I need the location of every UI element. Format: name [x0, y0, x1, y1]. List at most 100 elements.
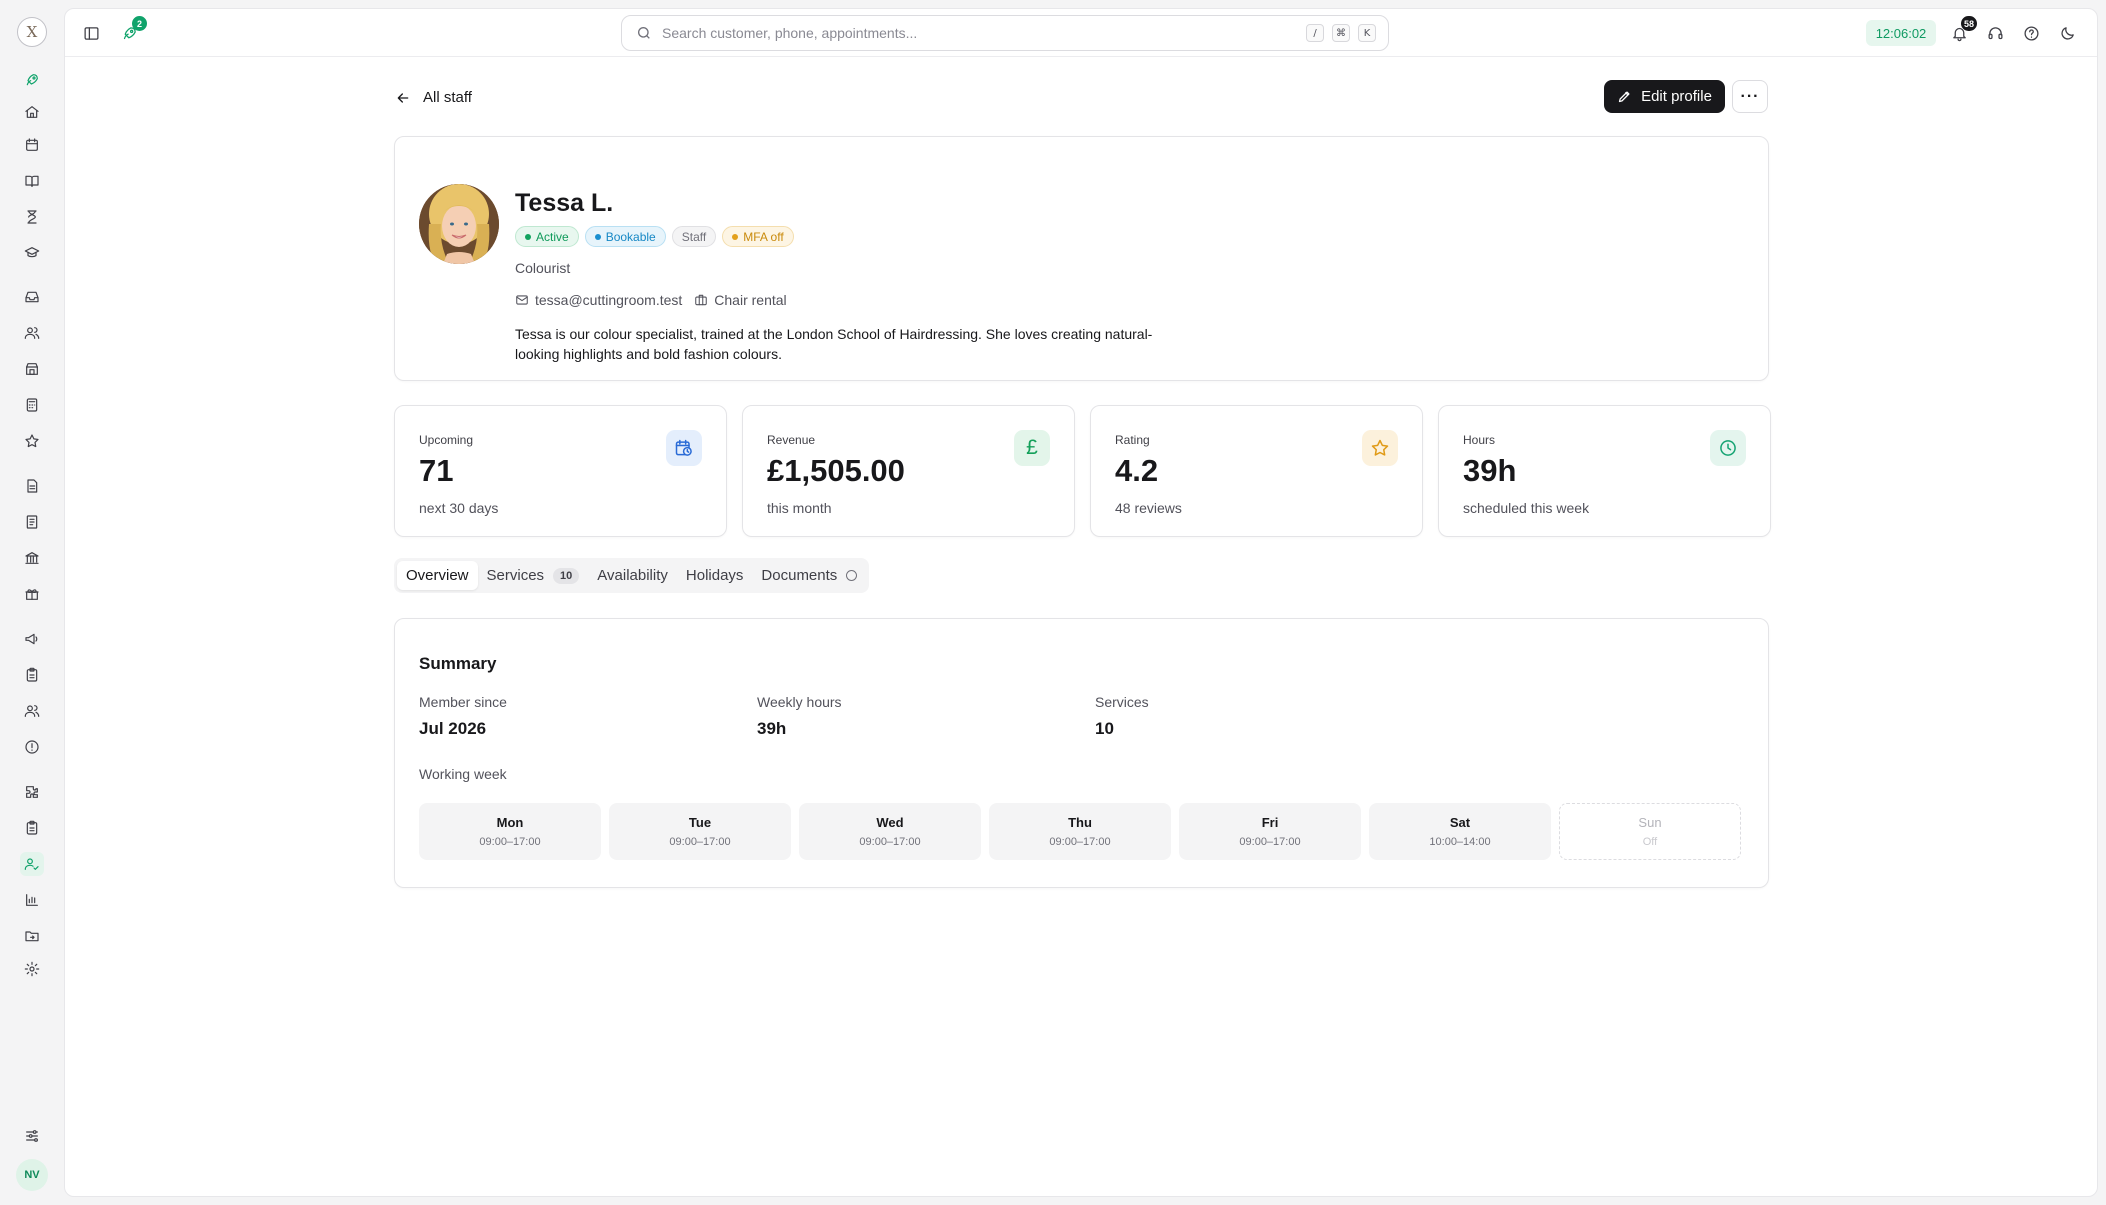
- store-icon[interactable]: [20, 357, 44, 381]
- stat-card-rating: Rating 4.2 48 reviews: [1090, 405, 1423, 537]
- rocket-icon[interactable]: [20, 68, 44, 92]
- bell-icon[interactable]: 58: [1947, 16, 1977, 45]
- day-hours: 09:00–17:00: [669, 836, 731, 848]
- sidebar-toggle-icon[interactable]: [79, 21, 103, 45]
- inbox-icon[interactable]: [20, 285, 44, 309]
- home-icon[interactable]: [20, 100, 44, 124]
- calendar-icon[interactable]: [20, 133, 44, 157]
- stat-card-upcoming: Upcoming 71 next 30 days: [394, 405, 727, 537]
- users-icon[interactable]: [20, 321, 44, 345]
- day-wed: Wed 09:00–17:00: [799, 803, 981, 860]
- day-sat: Sat 10:00–14:00: [1369, 803, 1551, 860]
- status-badge-mfa: MFA off: [722, 226, 794, 247]
- tab-label: Holidays: [685, 567, 744, 584]
- working-week-label: Working week: [419, 766, 507, 782]
- more-options-button[interactable]: ···: [1732, 80, 1768, 113]
- edit-profile-button[interactable]: Edit profile: [1604, 80, 1725, 113]
- day-fri: Fri 09:00–17:00: [1179, 803, 1361, 860]
- staff-name: Tessa L.: [515, 189, 614, 217]
- stat-label: Upcoming: [419, 433, 474, 447]
- stat-value: 39h: [1463, 453, 1517, 488]
- tab-overview[interactable]: Overview: [397, 561, 478, 590]
- profile-card: Tessa L. Active Bookable Staff MFA off C…: [394, 136, 1769, 381]
- staff-bio: Tessa is our colour specialist, trained …: [515, 326, 1153, 362]
- moon-icon[interactable]: [2055, 21, 2079, 45]
- member-since: Member since Jul 2026: [419, 694, 507, 739]
- employment-type: Chair rental: [714, 292, 787, 308]
- email-info[interactable]: tessa@cuttingroom.test: [515, 292, 682, 308]
- bar-chart-icon[interactable]: [20, 888, 44, 912]
- status-dot: [594, 233, 601, 240]
- launch-badge: 2: [132, 16, 147, 31]
- role-badge-staff: Staff: [671, 226, 717, 247]
- headset-icon[interactable]: [1983, 21, 2007, 45]
- receipt-icon[interactable]: [20, 510, 44, 534]
- employment-info: Chair rental: [694, 292, 787, 308]
- tab-availability[interactable]: Availability: [588, 561, 677, 590]
- kbd-slash: /: [1306, 24, 1324, 42]
- working-week: Mon 09:00–17:00 Tue 09:00–17:00 Wed 09:00–1…: [419, 803, 1741, 860]
- services-summary: Services 10: [1095, 694, 1149, 739]
- tab-services[interactable]: Services 10: [478, 561, 589, 590]
- status-dot: [525, 233, 531, 240]
- help-icon[interactable]: [2019, 21, 2043, 45]
- profile-tabs: Overview Services 10 Availability Holiday…: [394, 558, 870, 593]
- pencil-icon: [1618, 91, 1630, 103]
- top-bar: 2 / ⌘ K 12:06:02 58: [65, 9, 2097, 57]
- stat-subtext: scheduled this week: [1463, 500, 1590, 516]
- shortcut-keys: / ⌘ K: [1306, 24, 1376, 42]
- info-circle-icon: [846, 570, 858, 581]
- user-avatar[interactable]: NV: [16, 1159, 48, 1191]
- day-name: Mon: [496, 815, 524, 830]
- day-name: Sat: [1449, 815, 1471, 830]
- summary-card: Summary Member since Jul 2026 Weekly hou…: [394, 618, 1769, 888]
- graduation-cap-icon[interactable]: [20, 241, 44, 265]
- day-hours: 10:00–14:00: [1429, 836, 1491, 848]
- back-to-all-staff[interactable]: All staff: [395, 89, 472, 106]
- day-name: Sun: [1638, 815, 1662, 830]
- tab-holidays[interactable]: Holidays: [677, 561, 753, 590]
- briefcase-icon: [695, 294, 708, 306]
- bank-icon[interactable]: [20, 546, 44, 570]
- stat-label: Rating: [1115, 433, 1150, 447]
- pill-label: Bookable: [605, 229, 656, 244]
- tab-label: Overview: [406, 567, 469, 584]
- sliders-icon[interactable]: [20, 1124, 44, 1148]
- tab-documents[interactable]: Documents: [752, 561, 866, 590]
- calculator-icon[interactable]: [20, 393, 44, 417]
- megaphone-icon[interactable]: [20, 627, 44, 651]
- pill-label: Staff: [681, 229, 707, 244]
- alert-circle-icon[interactable]: [20, 735, 44, 759]
- arrow-left-icon: [397, 92, 409, 103]
- summary-title: Summary: [419, 654, 497, 673]
- search-bar[interactable]: / ⌘ K: [621, 15, 1389, 51]
- book-icon[interactable]: [20, 169, 44, 193]
- team-icon[interactable]: [20, 699, 44, 723]
- day-mon: Mon 09:00–17:00: [419, 803, 601, 860]
- stat-subtext: this month: [767, 500, 832, 516]
- app-logo[interactable]: X: [17, 17, 47, 47]
- search-input[interactable]: [662, 25, 1262, 41]
- folder-icon[interactable]: [20, 924, 44, 948]
- day-name: Thu: [1068, 815, 1092, 830]
- staff-icon[interactable]: [20, 852, 44, 876]
- checklist-icon[interactable]: [20, 816, 44, 840]
- day-hours: 09:00–17:00: [479, 836, 541, 848]
- puzzle-icon[interactable]: [20, 780, 44, 804]
- pound-glyph: £: [1026, 436, 1038, 459]
- hourglass-icon[interactable]: [20, 205, 44, 229]
- services-label: Services: [1095, 694, 1149, 710]
- clipboard-icon[interactable]: [20, 663, 44, 687]
- day-sun: Sun Off: [1559, 803, 1741, 860]
- gift-icon[interactable]: [20, 582, 44, 606]
- notifications-badge: 58: [1960, 16, 1977, 31]
- tab-label: Availability: [597, 567, 668, 584]
- launch-rocket-icon[interactable]: 2: [117, 16, 147, 45]
- pound-icon: £: [1014, 430, 1050, 466]
- star-outline-icon[interactable]: [20, 429, 44, 453]
- document-icon[interactable]: [20, 474, 44, 498]
- user-initials: NV: [24, 1169, 40, 1181]
- stat-value: £1,505.00: [767, 453, 905, 488]
- kbd-k: K: [1358, 24, 1376, 42]
- settings-icon[interactable]: [20, 957, 44, 981]
